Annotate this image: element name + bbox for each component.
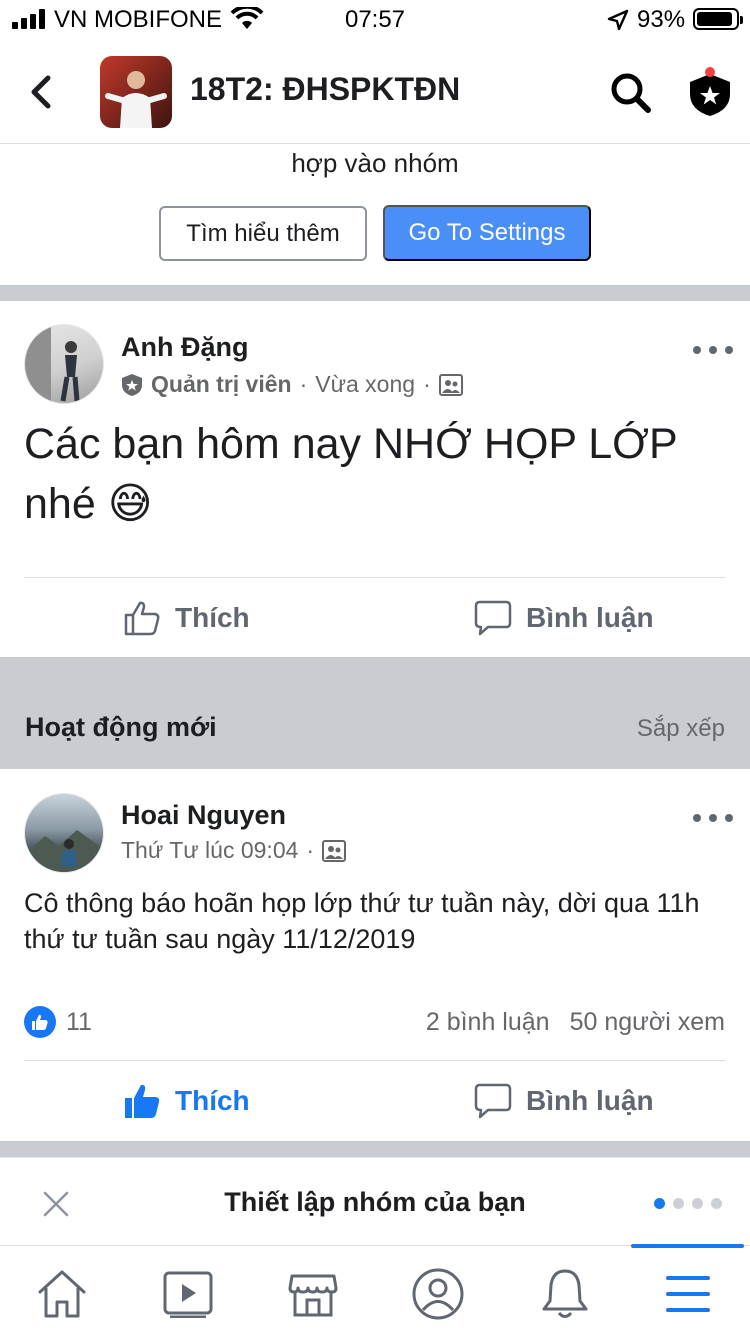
post-stats: 2 bình luận 50 người xem — [426, 1008, 725, 1037]
group-header: 18T2: ĐHSPKTĐN — [0, 40, 750, 144]
section-divider — [0, 285, 750, 301]
active-tab-indicator — [631, 1244, 744, 1248]
tab-notifications[interactable] — [535, 1266, 595, 1322]
post-meta: Thứ Tư lúc 09:04 · — [121, 837, 347, 864]
location-arrow-icon — [607, 9, 629, 31]
person-photo-icon — [25, 830, 103, 872]
comment-icon — [474, 1083, 512, 1119]
comments-count[interactable]: 2 bình luận — [426, 1008, 550, 1037]
post-author[interactable]: Anh Đặng — [121, 332, 249, 363]
post-time[interactable]: Vừa xong — [315, 371, 415, 398]
post-body: Cô thông báo hoãn họp lớp thứ tư tuần nà… — [24, 888, 700, 954]
person-photo-icon — [105, 71, 167, 128]
like-label: Thích — [175, 1085, 250, 1116]
meta-separator: · — [299, 371, 308, 397]
post-meta: Quản trị viên · Vừa xong · — [121, 371, 463, 398]
bottom-tab-bar — [0, 1244, 750, 1334]
post-time[interactable]: Thứ Tư lúc 09:04 — [121, 837, 298, 864]
action-divider — [24, 1060, 726, 1061]
section-divider — [0, 1141, 750, 1157]
comment-label: Bình luận — [526, 1085, 654, 1116]
battery-icon — [693, 8, 743, 30]
battery-percent: 93% — [637, 6, 686, 33]
comment-label: Bình luận — [526, 602, 654, 633]
tab-menu[interactable] — [658, 1266, 718, 1322]
meta-separator: · — [423, 371, 431, 397]
tab-home[interactable] — [32, 1266, 92, 1322]
tab-marketplace[interactable] — [283, 1266, 343, 1322]
tab-profile[interactable] — [408, 1266, 468, 1322]
back-icon[interactable] — [22, 70, 62, 114]
page-dot — [673, 1198, 684, 1209]
comment-button[interactable]: Bình luận — [474, 599, 654, 637]
like-label: Thích — [175, 602, 250, 633]
home-icon — [38, 1270, 86, 1318]
avatar[interactable] — [24, 793, 104, 873]
member-role: Quản trị viên — [151, 371, 292, 397]
comment-button[interactable]: Bình luận — [474, 1082, 654, 1120]
marketplace-icon — [288, 1274, 338, 1317]
thumbs-up-icon — [124, 601, 160, 636]
notifications-icon — [542, 1269, 588, 1318]
post-author[interactable]: Hoai Nguyen — [121, 800, 286, 831]
menu-icon — [666, 1276, 710, 1312]
post-card: Hoai Nguyen Thứ Tư lúc 09:04 · Cô thông … — [0, 769, 750, 1141]
admin-shield-icon[interactable] — [686, 66, 734, 118]
thumbs-up-filled-icon — [125, 1084, 160, 1118]
like-button[interactable]: Thích — [123, 1082, 250, 1120]
watch-icon — [163, 1271, 213, 1318]
setup-title[interactable]: Thiết lập nhóm của bạn — [0, 1187, 750, 1218]
post-body: Các bạn hôm nay NHỚ HỌP LỚP nhé 😅 — [24, 420, 677, 528]
action-divider — [24, 577, 726, 578]
page-dot — [711, 1198, 722, 1209]
admin-badge-icon — [122, 373, 142, 396]
meta-separator: · — [306, 837, 315, 863]
go-to-settings-button[interactable]: Go To Settings — [383, 205, 591, 261]
page-dot — [654, 1198, 665, 1209]
like-reaction-icon — [24, 1006, 56, 1038]
like-button[interactable]: Thích — [123, 599, 250, 637]
post-card: Anh Đặng Quản trị viên · Vừa xong · Các … — [0, 301, 750, 657]
page-dot — [692, 1198, 703, 1209]
views-count[interactable]: 50 người xem — [570, 1008, 725, 1037]
group-privacy-icon — [438, 373, 463, 396]
avatar[interactable] — [24, 324, 104, 404]
group-title[interactable]: 18T2: ĐHSPKTĐN — [190, 71, 460, 108]
more-options-icon[interactable] — [693, 808, 733, 828]
tab-watch[interactable] — [158, 1266, 218, 1322]
search-icon[interactable] — [608, 70, 652, 114]
learn-more-button[interactable]: Tìm hiểu thêm — [159, 206, 367, 261]
section-title: Hoạt động mới — [25, 712, 217, 742]
sort-button[interactable]: Sắp xếp — [637, 715, 725, 743]
banner-text: hợp vào nhóm — [291, 148, 459, 178]
new-activity-header: Hoạt động mới Sắp xếp — [0, 657, 750, 769]
status-bar: VN MOBIFONE 07:57 93% — [0, 0, 750, 40]
group-privacy-icon — [322, 839, 347, 862]
comment-icon — [474, 600, 512, 636]
person-photo-icon — [25, 325, 80, 403]
group-setup-card: Thiết lập nhóm của bạn — [0, 1157, 750, 1245]
group-cover-thumbnail[interactable] — [100, 56, 172, 128]
group-notice-banner: hợp vào nhóm Tìm hiểu thêm Go To Setting… — [0, 144, 750, 285]
profile-icon — [412, 1268, 464, 1320]
reaction-summary[interactable]: 11 — [24, 1006, 92, 1038]
more-options-icon[interactable] — [693, 340, 733, 360]
page-indicator — [654, 1198, 722, 1209]
like-count: 11 — [66, 1007, 92, 1036]
